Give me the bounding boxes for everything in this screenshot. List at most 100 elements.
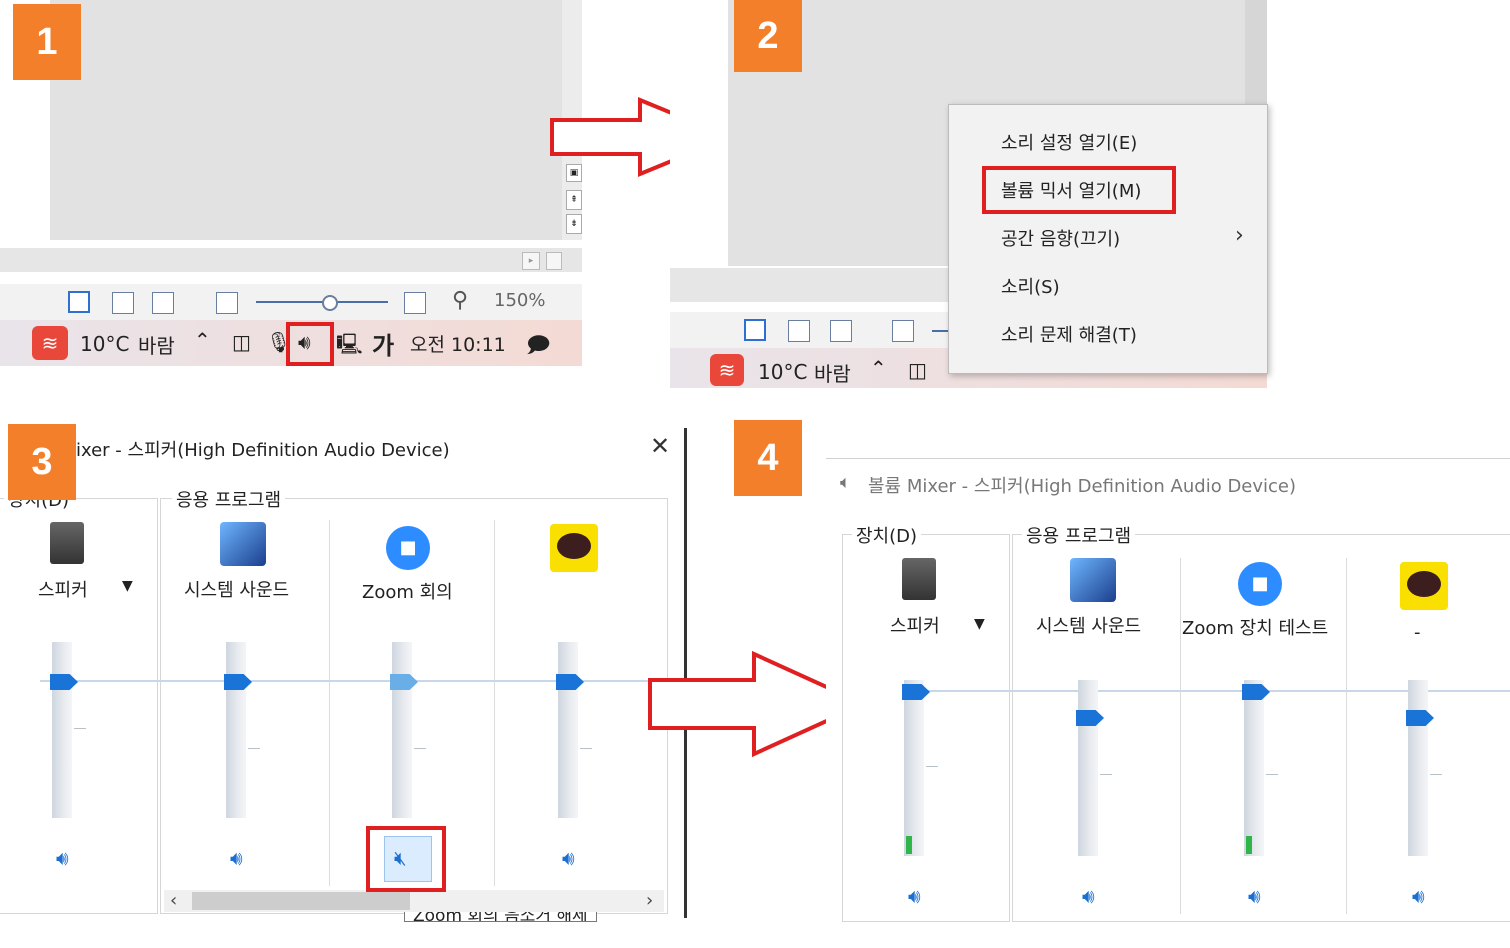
volume-slider-track[interactable]: [1408, 680, 1428, 856]
mute-button-icon[interactable]: 🔊︎: [908, 884, 921, 908]
horizontal-scrollbar[interactable]: [0, 248, 582, 272]
device-group-label: 장치(D): [852, 522, 922, 548]
step-badge-2: 2: [734, 0, 802, 72]
chevron-up-icon[interactable]: ⌃: [870, 356, 887, 380]
slider-tick: [248, 748, 260, 749]
close-icon[interactable]: ✕: [650, 432, 670, 460]
page-down-icon[interactable]: ⇟: [566, 214, 582, 234]
zoom-in-button[interactable]: [404, 292, 426, 314]
slider-tick: [1100, 774, 1112, 775]
device-dropdown-icon[interactable]: ▼: [974, 616, 985, 632]
weather-text[interactable]: 바람: [138, 330, 175, 359]
channel-divider: [1180, 558, 1181, 914]
scroll-thumb[interactable]: [192, 892, 410, 910]
window-title: 볼륨 Mixer - 스피커(High Definition Audio Dev…: [868, 476, 1297, 497]
zoom-level[interactable]: 150%: [494, 290, 545, 311]
speaker-device-icon: [50, 522, 84, 564]
weather-temp[interactable]: 10°C: [80, 332, 129, 356]
volume-slider-track[interactable]: [226, 642, 246, 818]
mute-button-icon[interactable]: 🔊︎: [1412, 884, 1425, 908]
volume-slider-track[interactable]: [904, 680, 924, 856]
magnifier-icon[interactable]: ⚲: [452, 288, 468, 313]
mute-button-icon[interactable]: 🔊︎: [56, 846, 69, 870]
step-badge-1: 1: [13, 4, 81, 80]
volume-context-menu: 소리 설정 열기(E) 볼륨 믹서 열기(M) 공간 음향(끄기) › 소리(S…: [948, 104, 1268, 374]
volume-slider-track[interactable]: [52, 642, 72, 818]
system-sounds-icon: [220, 522, 266, 566]
weather-icon[interactable]: ≋: [710, 354, 744, 386]
channel-name[interactable]: 시스템 사운드: [1036, 612, 1141, 638]
fit-width-button[interactable]: [788, 320, 810, 342]
scroll-left-icon[interactable]: ‹: [170, 890, 177, 911]
channel-name[interactable]: -: [1414, 622, 1421, 643]
panel-1: ▾ ▣ ⇞ ⇟ ▸ ⚲ 150% ≋ 10°C 바람 ⌃ ◫ 🎙︎ 🔊︎ 🖳 가…: [0, 0, 582, 366]
weather-text[interactable]: 바람: [814, 358, 851, 387]
volume-slider-track[interactable]: [558, 642, 578, 818]
device-dropdown-icon[interactable]: ▼: [122, 578, 133, 594]
apps-group-label: 응용 프로그램: [1022, 522, 1136, 548]
channel-name[interactable]: 스피커: [890, 612, 940, 638]
channel-divider: [329, 520, 330, 886]
zoom-app-icon: ■: [386, 526, 430, 570]
peak-meter: [906, 836, 912, 854]
slider-tick: [1430, 774, 1442, 775]
chevron-right-icon: ›: [1235, 223, 1244, 248]
volume-slider-track[interactable]: [1244, 680, 1264, 856]
zoom-out-button[interactable]: [892, 320, 914, 342]
kakaotalk-app-icon: [1400, 562, 1448, 610]
menu-troubleshoot-sound[interactable]: 소리 문제 해결(T): [1001, 321, 1137, 347]
mute-button-icon[interactable]: 🔊︎: [1248, 884, 1261, 908]
single-page-view-button[interactable]: [68, 291, 90, 313]
network-icon[interactable]: 🖳: [336, 330, 363, 364]
panel-4: 🔈︎ 볼륨 Mixer - 스피커(High Definition Audio …: [826, 454, 1510, 922]
slider-tick: [580, 748, 592, 749]
channel-name[interactable]: Zoom 회의: [362, 578, 453, 604]
system-sounds-icon: [1070, 558, 1116, 602]
document-area: [50, 0, 582, 240]
single-page-view-button[interactable]: [744, 319, 766, 341]
zoom-out-button[interactable]: [216, 292, 238, 314]
camera-icon[interactable]: ◫: [908, 358, 927, 382]
full-page-button[interactable]: [152, 292, 174, 314]
split-handle[interactable]: [546, 252, 562, 270]
volume-slider-track[interactable]: [392, 642, 412, 818]
slider-tick: [1266, 774, 1278, 775]
slider-tick: [414, 748, 426, 749]
full-page-button[interactable]: [830, 320, 852, 342]
menu-sounds[interactable]: 소리(S): [1001, 273, 1060, 299]
scroll-right-icon[interactable]: ▸: [522, 252, 540, 270]
weather-temp[interactable]: 10°C: [758, 360, 807, 384]
channel-divider: [1346, 558, 1347, 914]
camera-icon[interactable]: ◫: [232, 330, 251, 354]
mute-button-icon[interactable]: 🔊︎: [230, 846, 243, 870]
clock[interactable]: 오전 10:11: [410, 330, 506, 357]
apps-group-label: 응용 프로그램: [172, 486, 286, 512]
volume-mixer-highlight: [982, 166, 1176, 214]
channel-name[interactable]: 스피커: [38, 576, 88, 602]
speaker-device-icon: [902, 558, 936, 600]
notification-icon[interactable]: 🗩: [526, 328, 550, 366]
window-title: ixer - 스피커(High Definition Audio Device): [76, 440, 450, 461]
mute-button-icon[interactable]: 🔊︎: [1082, 884, 1095, 908]
scroll-right-icon[interactable]: ›: [646, 890, 653, 911]
mute-button-icon[interactable]: 🔊︎: [562, 846, 575, 870]
channel-name[interactable]: 시스템 사운드: [184, 576, 289, 602]
weather-icon[interactable]: ≋: [32, 326, 68, 360]
zoom-app-icon: ■: [1238, 562, 1282, 606]
chevron-up-icon[interactable]: ⌃: [194, 328, 211, 352]
zoom-slider-thumb[interactable]: [322, 295, 338, 311]
menu-spatial-sound[interactable]: 공간 음향(끄기): [1001, 225, 1120, 251]
channel-divider: [494, 520, 495, 886]
step-badge-3: 3: [8, 424, 76, 500]
channel-name[interactable]: Zoom 장치 테스트: [1182, 614, 1328, 640]
slider-tick: [74, 728, 86, 729]
page-up-icon[interactable]: ⇞: [566, 190, 582, 210]
fit-width-button[interactable]: [112, 292, 134, 314]
peak-meter: [1246, 836, 1252, 854]
volume-slider-track[interactable]: [1078, 680, 1098, 856]
step-badge-4: 4: [734, 420, 802, 496]
zoom-mute-highlight: [366, 826, 446, 892]
menu-open-sound-settings[interactable]: 소리 설정 열기(E): [1001, 129, 1137, 155]
ime-indicator[interactable]: 가: [372, 326, 394, 361]
volume-icon-highlight: [286, 322, 334, 366]
